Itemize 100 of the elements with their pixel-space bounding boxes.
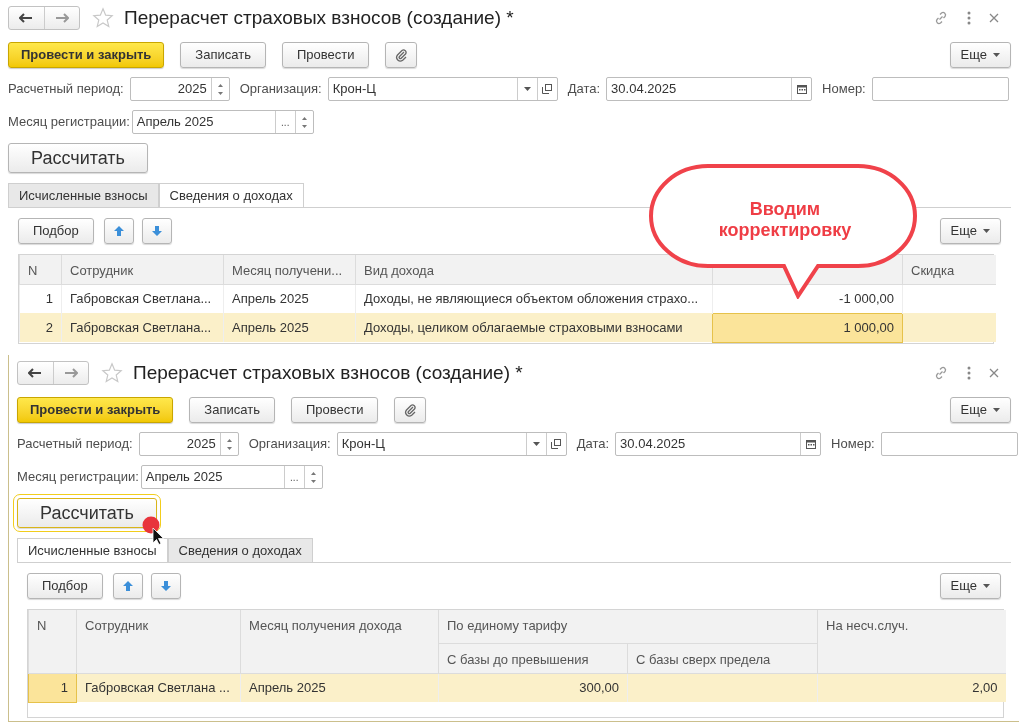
table-cell: 300,00 (438, 673, 628, 702)
field-label: Дата: (576, 435, 610, 454)
attach-button[interactable] (394, 397, 427, 423)
column-header[interactable]: Месяц получени... (223, 255, 356, 284)
field-label: Организация: (239, 80, 322, 99)
tab[interactable]: Исчисленные взносы (8, 183, 159, 208)
input-field[interactable]: 30.04.2025 (606, 77, 813, 101)
dropdown-icon[interactable] (532, 442, 540, 446)
column-header[interactable]: С базы сверх предела (627, 643, 818, 673)
close-icon[interactable] (989, 368, 999, 378)
spin-up-icon[interactable] (310, 471, 316, 475)
open-icon[interactable] (542, 84, 553, 94)
spin-up-icon[interactable] (226, 438, 232, 442)
field-label: Номер: (822, 80, 866, 99)
down-arrow-icon (150, 225, 163, 237)
tab[interactable]: Сведения о доходах (167, 538, 313, 563)
forward-arrow-icon[interactable] (54, 13, 69, 23)
more-button[interactable]: Еще (949, 397, 1011, 423)
spin-up-icon[interactable] (301, 116, 307, 120)
choose-button[interactable]: ... (283, 466, 304, 488)
up-arrow-icon (112, 225, 125, 237)
table-row[interactable]: 2 Габровская Светлана... Апрель 2025 Доходы, целиком облагаемые страховыми взносами 1 000,00 (19, 313, 996, 342)
caret-icon[interactable] (993, 408, 1000, 412)
post-and-close-button[interactable]: Провести и закрыть (17, 397, 174, 423)
column-header[interactable]: Скидка (902, 255, 996, 284)
column-header[interactable]: Вид дохода (355, 255, 713, 284)
input-field[interactable]: Апрель 2025 ... (140, 465, 323, 489)
attach-button[interactable] (385, 42, 418, 68)
caret-icon[interactable] (993, 53, 1000, 57)
input-field[interactable]: Апрель 2025 ... (131, 110, 314, 134)
column-header[interactable]: На несч.случ. (817, 610, 1006, 673)
table-row[interactable]: 1 Габровская Светлана ... Апрель 2025 300,00 2,00 (28, 673, 1006, 702)
column-header[interactable]: Сотрудник (76, 610, 241, 673)
spin-down-icon[interactable] (310, 479, 316, 483)
table-cell: Апрель 2025 (240, 673, 439, 702)
column-header[interactable]: Сотрудник (61, 255, 224, 284)
table-cell: Габровская Светлана... (61, 313, 224, 342)
tab[interactable]: Сведения о доходах (158, 183, 304, 208)
toolbar-button[interactable]: Провести (281, 42, 370, 68)
spin-up-icon[interactable] (217, 83, 223, 87)
field-label: Расчетный период: (17, 435, 133, 454)
back-arrow-icon[interactable] (19, 13, 34, 23)
choose-button[interactable]: ... (274, 111, 295, 133)
tab[interactable]: Исчисленные взносы (17, 538, 168, 563)
table-cell: 2,00 (817, 673, 1006, 702)
input-field[interactable]: 2025 (129, 77, 230, 101)
move-up-button[interactable] (112, 573, 143, 599)
forward-arrow-icon[interactable] (63, 368, 78, 378)
table-row[interactable]: 1 Габровская Светлана... Апрель 2025 Доходы, не являющиеся объектом обложения страхо... -1 000,00 (19, 284, 996, 313)
field-label: Номер: (831, 435, 875, 454)
input-field[interactable]: Крон-Ц (336, 432, 567, 456)
column-header[interactable]: N (28, 610, 77, 673)
field-label: Организация: (248, 435, 331, 454)
input-field[interactable]: 30.04.2025 (615, 432, 822, 456)
more-button[interactable]: Еще (939, 218, 1001, 244)
dropdown-icon[interactable] (523, 87, 531, 91)
table-cell: 1 000,00 (712, 313, 903, 342)
input-field[interactable] (871, 77, 1009, 101)
window-title: Перерасчет страховых взносов (создание) * (133, 360, 523, 385)
column-header[interactable]: Месяц получения дохода (240, 610, 439, 673)
toolbar-button[interactable]: Записать (180, 42, 266, 68)
calendar-icon[interactable] (796, 84, 807, 94)
open-icon[interactable] (551, 439, 562, 449)
input-field[interactable]: 2025 (138, 432, 239, 456)
field-label: Месяц регистрации: (17, 468, 139, 487)
spin-down-icon[interactable] (301, 124, 307, 128)
field-label: Расчетный период: (8, 80, 124, 99)
link-icon[interactable] (933, 10, 949, 26)
more-button[interactable]: Еще (939, 573, 1001, 599)
post-and-close-button[interactable]: Провести и закрыть (8, 42, 165, 68)
pick-button[interactable]: Подбор (27, 573, 103, 599)
pick-button[interactable]: Подбор (18, 218, 94, 244)
callout-text: Вводим корректировку (717, 199, 853, 241)
caret-icon[interactable] (983, 584, 990, 588)
close-icon[interactable] (989, 13, 999, 23)
more-dots-icon[interactable] (967, 11, 971, 25)
column-header[interactable]: По единому тарифу (438, 610, 818, 643)
link-icon[interactable] (933, 365, 949, 381)
column-header[interactable]: N (19, 255, 62, 284)
spin-down-icon[interactable] (217, 91, 223, 95)
calendar-icon[interactable] (805, 439, 816, 449)
up-arrow-icon (121, 580, 134, 592)
window-title: Перерасчет страховых взносов (создание) * (124, 5, 514, 30)
down-arrow-icon (159, 580, 172, 592)
star-icon[interactable] (101, 362, 123, 384)
toolbar-button[interactable]: Записать (189, 397, 275, 423)
column-header[interactable]: С базы до превышения (438, 643, 628, 673)
caret-icon[interactable] (983, 229, 990, 233)
field-label: Месяц регистрации: (8, 113, 130, 132)
toolbar-button[interactable]: Провести (290, 397, 379, 423)
more-button[interactable]: Еще (949, 42, 1011, 68)
more-dots-icon[interactable] (967, 366, 971, 380)
back-arrow-icon[interactable] (28, 368, 43, 378)
move-up-button[interactable] (103, 218, 134, 244)
move-down-button[interactable] (150, 573, 181, 599)
spin-down-icon[interactable] (226, 446, 232, 450)
input-field[interactable] (880, 432, 1018, 456)
input-field[interactable]: Крон-Ц (327, 77, 558, 101)
move-down-button[interactable] (141, 218, 172, 244)
star-icon[interactable] (92, 7, 114, 29)
